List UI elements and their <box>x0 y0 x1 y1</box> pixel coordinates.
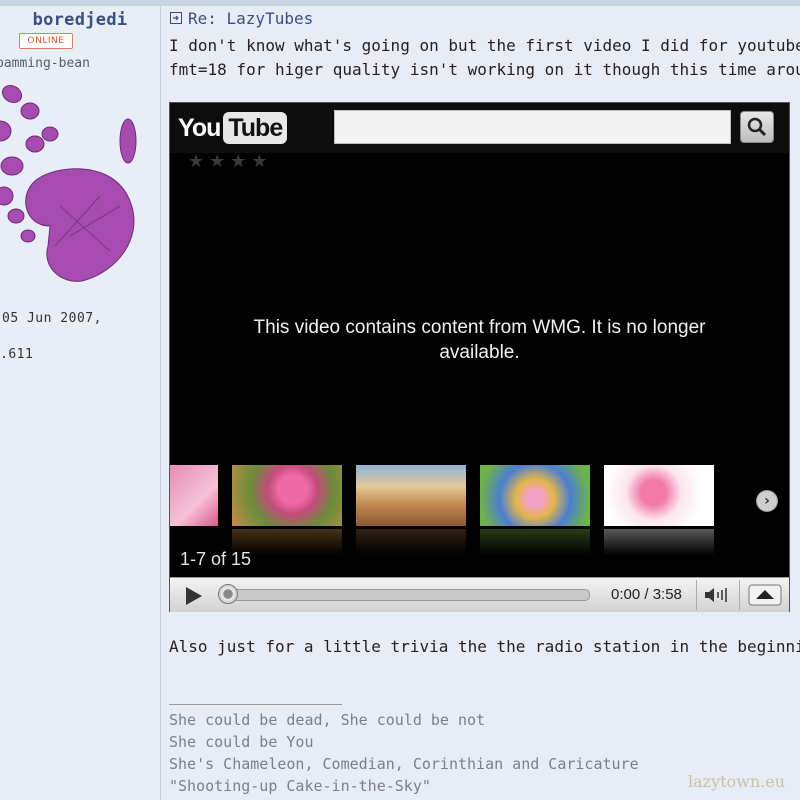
post-icon <box>170 12 182 24</box>
online-status-badge: ONLINE <box>19 33 73 49</box>
play-icon[interactable] <box>182 585 206 607</box>
post-body: I don't know what's going on but the fir… <box>169 34 800 82</box>
related-video-thumbnail[interactable] <box>480 465 590 526</box>
signature-divider <box>169 704 342 705</box>
related-videos-strip <box>170 465 789 555</box>
rating-stars: ★★★★ <box>188 151 273 172</box>
control-divider <box>739 580 740 610</box>
username-link[interactable]: boredjedi <box>0 10 160 30</box>
signature-line: She could be You <box>169 733 314 751</box>
progress-track[interactable] <box>220 589 590 601</box>
related-videos-counter: 1-7 of 15 <box>180 549 252 569</box>
signature-line: She's Chameleon, Comedian, Corinthian an… <box>169 755 639 773</box>
chevron-right-icon: › <box>764 493 770 509</box>
youtube-embedded-player[interactable]: You Tube ★★★★ This video contains conten… <box>169 102 790 612</box>
avatar-handprint-icon <box>0 84 137 282</box>
site-watermark: lazytown.eu <box>688 772 786 791</box>
join-date: 05 Jun 2007, <box>2 311 102 326</box>
progress-knob[interactable] <box>218 584 238 604</box>
related-video-thumbnail[interactable] <box>232 465 342 526</box>
youtube-logo[interactable]: You Tube <box>178 111 288 145</box>
search-input[interactable] <box>334 110 731 144</box>
next-thumbnails-button[interactable]: › <box>756 490 778 512</box>
post-title-text: Re: LazyTubes <box>188 9 314 28</box>
signature-line: "Shooting-up Cake-in-the-Sky" <box>169 777 431 795</box>
post-title: Re: LazyTubes <box>170 9 313 28</box>
user-panel: boredjedi ONLINE pamming-bean 05 Jun 200… <box>0 6 161 800</box>
player-header: You Tube <box>170 103 789 153</box>
volume-icon[interactable] <box>703 586 733 604</box>
fullscreen-icon[interactable] <box>748 584 782 606</box>
unavailable-message: This video contains content from WMG. It… <box>253 317 706 363</box>
player-controls: 0:00 / 3:58 <box>170 577 789 612</box>
control-divider <box>696 580 697 610</box>
search-button[interactable] <box>740 111 774 143</box>
post-line: I don't know what's going on but the fir… <box>169 36 800 55</box>
thumbnail-reflection <box>604 529 714 555</box>
related-video-thumbnail[interactable] <box>170 465 218 526</box>
youtube-logo-you: You <box>178 113 221 142</box>
related-video-thumbnail[interactable] <box>356 465 466 526</box>
user-title: pamming-bean <box>0 56 90 71</box>
signature: She could be dead, She could be not She … <box>169 709 639 797</box>
signature-line: She could be dead, She could be not <box>169 711 486 729</box>
time-display: 0:00 / 3:58 <box>611 586 682 603</box>
post-line: Also just for a little trivia the the ra… <box>169 637 800 656</box>
post-line: fmt=18 for higer quality isn't working o… <box>169 60 800 79</box>
search-icon <box>747 117 767 137</box>
thumbnail-reflection <box>480 529 590 555</box>
related-video-thumbnail[interactable] <box>604 465 714 526</box>
post-count: .611 <box>0 347 34 362</box>
youtube-logo-tube: Tube <box>223 112 288 144</box>
thumbnail-reflection <box>356 529 466 555</box>
